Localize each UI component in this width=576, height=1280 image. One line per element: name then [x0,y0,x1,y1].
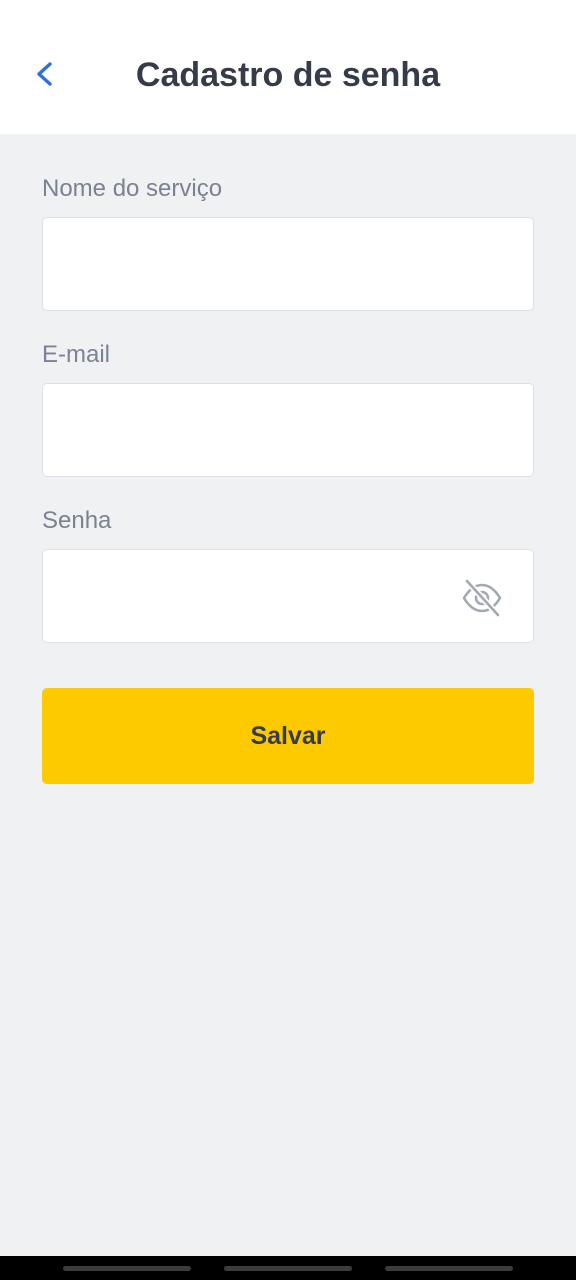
password-label: Senha [42,507,112,534]
email-label: E-mail [42,341,111,368]
nav-indicator [63,1266,191,1271]
app-header: Cadastro de senha [0,0,576,134]
service-name-input[interactable] [42,217,534,311]
service-name-label: Nome do serviço [42,175,223,202]
nav-indicator [224,1266,352,1271]
save-button[interactable]: Salvar [42,688,534,784]
page-title: Cadastro de senha [135,56,441,94]
system-navigation-bar [0,1256,576,1280]
password-visibility-toggle[interactable] [456,574,508,622]
screen: Cadastro de senha Nome do serviço E-mail… [0,0,576,1280]
eye-off-icon [462,578,502,618]
email-input[interactable] [42,383,534,477]
nav-indicator [385,1266,513,1271]
